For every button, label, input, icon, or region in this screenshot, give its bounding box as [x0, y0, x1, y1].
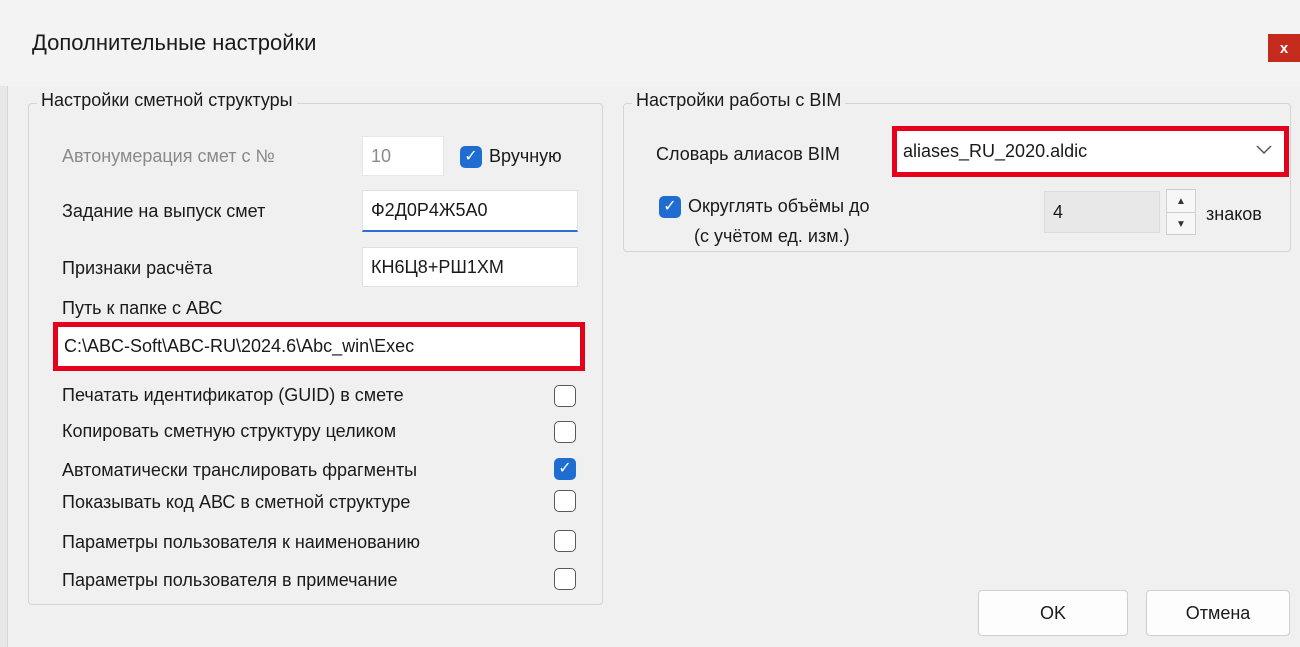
calc-label: Признаки расчёта: [62, 258, 213, 278]
window-frame: [0, 0, 8, 647]
ok-button[interactable]: OK: [978, 590, 1128, 636]
window-title: Дополнительные настройки: [32, 30, 317, 55]
option-checkbox-user-params-name[interactable]: [554, 530, 576, 552]
option-checkbox-auto-translate[interactable]: [554, 458, 576, 480]
autonumber-input[interactable]: 10: [362, 136, 444, 176]
option-checkbox-show-abc-code[interactable]: [554, 490, 576, 512]
option-label-copy-structure: Копировать сметную структуру целиком: [62, 421, 397, 441]
option-label-auto-translate: Автоматически транслировать фрагменты: [62, 460, 418, 480]
option-label-user-params-note: Параметры пользователя в примечание: [62, 570, 398, 590]
round-digits-spinner[interactable]: ▲ ▼: [1166, 189, 1196, 235]
option-label-print-guid: Печатать идентификатор (GUID) в смете: [62, 385, 404, 405]
close-button[interactable]: x: [1268, 34, 1300, 62]
autonumber-label: Автонумерация смет с №: [62, 146, 275, 166]
option-label-show-abc-code: Показывать код АВС в сметной структуре: [62, 492, 411, 512]
dict-select-value: aliases_RU_2020.aldic: [903, 141, 1088, 161]
dict-select[interactable]: aliases_RU_2020.aldic: [897, 131, 1284, 172]
task-input[interactable]: Ф2Д0Р4Ж5А0: [362, 190, 578, 232]
spin-down-icon[interactable]: ▼: [1167, 213, 1195, 235]
estimate-structure-group-title: Настройки сметной структуры: [37, 90, 297, 111]
option-label-user-params-name: Параметры пользователя к наименованию: [62, 532, 421, 552]
round-checkbox[interactable]: [659, 196, 681, 218]
cancel-button[interactable]: Отмена: [1146, 590, 1290, 636]
round-label-line2: (с учётом ед. изм.): [694, 226, 850, 246]
title-bar: Дополнительные настройки x: [0, 0, 1300, 86]
dict-label: Словарь алиасов BIM: [656, 144, 840, 164]
manual-checkbox[interactable]: [460, 146, 482, 168]
path-input[interactable]: C:\ABC-Soft\ABC-RU\2024.6\Abc_win\Exec: [58, 327, 580, 366]
chevron-down-icon: [1256, 145, 1272, 155]
bim-settings-group-title: Настройки работы с BIM: [632, 90, 846, 111]
close-icon: x: [1279, 39, 1289, 57]
option-checkbox-copy-structure[interactable]: [554, 421, 576, 443]
option-checkbox-print-guid[interactable]: [554, 385, 576, 407]
option-checkbox-user-params-note[interactable]: [554, 568, 576, 590]
path-label: Путь к папке с АВС: [62, 298, 223, 318]
calc-input[interactable]: КН6Ц8+РШ1ХМ: [362, 247, 578, 287]
round-digits-input[interactable]: 4: [1044, 191, 1160, 233]
spin-up-icon[interactable]: ▲: [1167, 190, 1195, 213]
round-unit-label: знаков: [1206, 204, 1262, 224]
manual-label[interactable]: Вручную: [489, 146, 562, 167]
round-label-line1[interactable]: Округлять объёмы до: [688, 196, 870, 217]
task-label: Задание на выпуск смет: [62, 201, 266, 221]
